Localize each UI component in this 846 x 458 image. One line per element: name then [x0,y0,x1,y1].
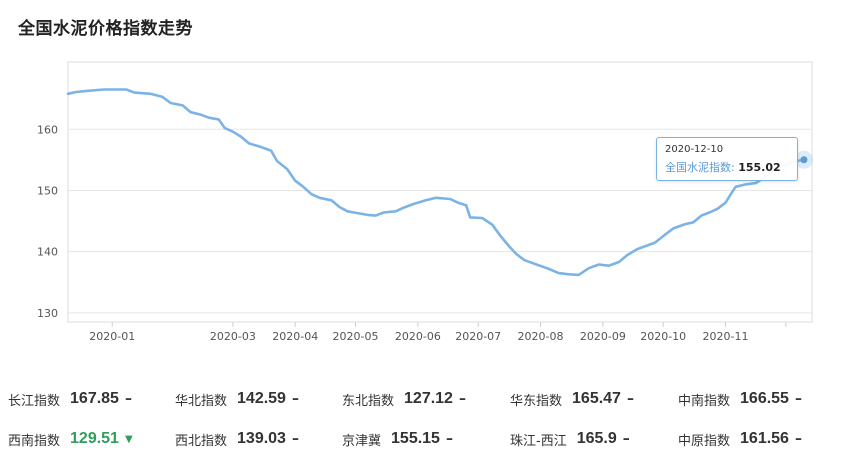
y-tick-label: 160 [37,123,58,136]
trend-flat-icon: – [794,391,802,407]
x-tick-label: 2020-07 [455,330,501,343]
stat-name: 西南指数 [8,433,61,449]
trend-flat-icon: – [124,391,132,407]
stat-name: 中南指数 [678,393,731,409]
x-tick-label: 2020-04 [272,330,318,343]
stat-xibei[interactable]: 西北指数 139.03 – [175,424,299,454]
stat-value: 155.15 [391,430,440,447]
stat-name: 东北指数 [342,393,395,409]
x-tick-label: 2020-01 [89,330,135,343]
stat-name: 中原指数 [678,433,731,449]
x-tick-label: 2020-06 [395,330,441,343]
stat-huabei[interactable]: 华北指数 142.59 – [175,384,299,414]
stat-changjiang[interactable]: 长江指数 167.85 – [8,384,132,414]
trend-flat-icon: – [626,391,634,407]
stat-value: 166.55 [740,390,789,407]
trend-down-icon: ▼ [124,433,133,445]
stat-value: 161.56 [740,430,789,447]
x-tick-label: 2020-03 [210,330,256,343]
y-tick-label: 140 [37,246,58,259]
stat-name: 华北指数 [175,393,228,409]
chart-tooltip: 2020-12-10 全国水泥指数: 155.02 [656,137,798,181]
stat-name: 珠江-西江 [510,433,567,449]
plot-frame [67,61,813,323]
series-layer [66,88,813,277]
stat-value: 167.85 [70,390,119,407]
stat-dongbei[interactable]: 东北指数 127.12 – [342,384,466,414]
stat-zhongyuan[interactable]: 中原指数 161.56 – [678,424,802,454]
stat-huadong[interactable]: 华东指数 165.47 – [510,384,634,414]
x-tick-label: 2020-05 [333,330,379,343]
tooltip-date: 2020-12-10 [665,144,724,155]
stat-zhujiang-xijiang[interactable]: 珠江-西江 165.9 – [510,424,630,454]
trend-flat-icon: – [291,391,299,407]
trend-flat-icon: – [445,431,453,447]
stat-value: 129.51 [70,430,119,447]
series-line [66,88,806,277]
stat-name: 西北指数 [175,433,228,449]
line-chart: 130140150160 2020-01 2020-03 2020-04 2020-0… [37,61,813,343]
stats-row-2: 西南指数 129.51 ▼ 西北指数 139.03 – 京津冀 155.15 –… [0,424,846,454]
x-axis-ticks: 2020-01 2020-03 2020-04 2020-05 2020-06 2020-… [89,322,787,343]
stat-value: 127.12 [404,390,453,407]
y-tick-label: 130 [37,307,58,320]
y-axis-ticks: 130 140 150 160 [37,123,58,320]
stat-zhongnan[interactable]: 中南指数 166.55 – [678,384,802,414]
x-tick-label: 2020-10 [640,330,686,343]
stat-jingjinji[interactable]: 京津冀 155.15 – [342,424,453,454]
stat-name: 京津冀 [342,433,382,449]
trend-flat-icon: – [794,431,802,447]
stat-name: 华东指数 [510,393,563,409]
x-tick-label: 2020-08 [518,330,564,343]
stat-xinan[interactable]: 西南指数 129.51 ▼ [8,424,133,454]
grid-layer [67,61,813,323]
x-tick-label: 2020-11 [703,330,749,343]
trend-flat-icon: – [291,431,299,447]
stats-row-1: 长江指数 167.85 – 华北指数 142.59 – 东北指数 127.12 … [0,384,846,414]
trend-flat-icon: – [458,391,466,407]
stat-value: 139.03 [237,430,286,447]
stat-value: 165.9 [576,430,617,447]
hover-point[interactable] [800,156,808,164]
trend-flat-icon: – [622,431,630,447]
tooltip-series-label: 全国水泥指数: [665,161,735,174]
tooltip-value: 155.02 [738,161,781,174]
x-tick-label: 2020-09 [580,330,626,343]
y-tick-label: 150 [37,184,58,197]
stat-value: 142.59 [237,390,286,407]
stat-value: 165.47 [572,390,621,407]
stat-name: 长江指数 [8,393,61,409]
